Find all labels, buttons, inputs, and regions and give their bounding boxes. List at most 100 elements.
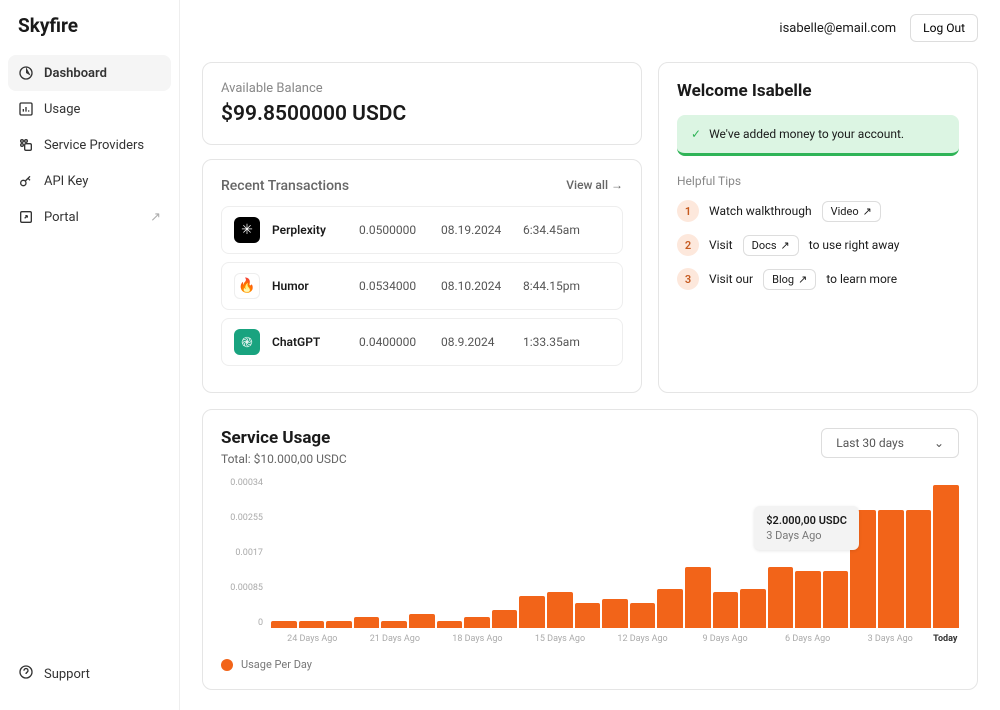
- user-email: isabelle@email.com: [779, 21, 896, 36]
- sidebar-item-label: Service Providers: [44, 138, 144, 153]
- main: isabelle@email.com Log Out Available Bal…: [180, 0, 1000, 710]
- topbar: isabelle@email.com Log Out: [180, 0, 1000, 56]
- chart-bar[interactable]: [685, 567, 711, 628]
- tips-title: Helpful Tips: [677, 174, 959, 188]
- legend-dot-icon: [221, 659, 233, 671]
- chart-bar[interactable]: [575, 603, 601, 628]
- chatgpt-icon: ֎: [234, 329, 260, 355]
- bar-chart-icon: [18, 101, 34, 117]
- transaction-row[interactable]: 🔥 Humor 0.0534000 08.10.2024 8:44.15pm: [221, 262, 623, 310]
- support-label: Support: [44, 667, 90, 682]
- chart-bar[interactable]: [271, 621, 297, 628]
- chart-bar[interactable]: [823, 571, 849, 628]
- chart-bar[interactable]: [464, 617, 490, 628]
- transaction-name: Humor: [272, 279, 347, 293]
- welcome-title: Welcome Isabelle: [677, 81, 959, 101]
- grid-icon: [18, 137, 34, 153]
- chart-bar[interactable]: [326, 621, 352, 628]
- chart-legend: Usage Per Day: [221, 658, 959, 671]
- transaction-time: 6:34.45am: [523, 223, 580, 237]
- key-icon: [18, 173, 34, 189]
- transaction-time: 1:33.35am: [523, 335, 580, 349]
- tip-row: 3 Visit our Blog ↗ to learn more: [677, 268, 959, 290]
- chart-bar[interactable]: [768, 567, 794, 628]
- transaction-row[interactable]: ✳ Perplexity 0.0500000 08.19.2024 6:34.4…: [221, 206, 623, 254]
- date-range-select[interactable]: Last 30 days ⌄: [821, 428, 959, 458]
- transaction-time: 8:44.15pm: [523, 279, 580, 293]
- tip-number: 1: [677, 200, 699, 222]
- transactions-title: Recent Transactions: [221, 178, 349, 194]
- humor-icon: 🔥: [234, 273, 260, 299]
- success-banner: ✓ We've added money to your account.: [677, 115, 959, 156]
- help-circle-icon: [18, 664, 34, 684]
- chart-bar[interactable]: [906, 510, 932, 628]
- transaction-date: 08.19.2024: [441, 223, 511, 237]
- chart-bar[interactable]: [602, 599, 628, 628]
- transactions-card: Recent Transactions View all → ✳ Perplex…: [202, 159, 642, 393]
- sidebar-item-support[interactable]: Support: [0, 652, 179, 696]
- sidebar-item-label: Usage: [44, 102, 80, 117]
- tip-number: 3: [677, 268, 699, 290]
- check-icon: ✓: [691, 127, 701, 141]
- balance-card: Available Balance $99.8500000 USDC: [202, 62, 642, 145]
- chart-bar[interactable]: [547, 592, 573, 628]
- sidebar-item-label: Dashboard: [44, 66, 107, 81]
- tip-link-docs[interactable]: Docs ↗: [743, 235, 799, 256]
- logout-button[interactable]: Log Out: [910, 14, 978, 42]
- usage-total: Total: $10.000,00 USDC: [221, 452, 347, 466]
- chart-bar[interactable]: [354, 617, 380, 628]
- tooltip-label: 3 Days Ago: [766, 529, 847, 542]
- transaction-date: 08.9.2024: [441, 335, 511, 349]
- transaction-name: ChatGPT: [272, 335, 347, 349]
- chart-bar[interactable]: [299, 621, 325, 628]
- tip-number: 2: [677, 234, 699, 256]
- tip-link-video[interactable]: Video ↗: [822, 201, 881, 222]
- legend-label: Usage Per Day: [241, 658, 312, 671]
- sidebar-item-label: Portal: [44, 210, 79, 225]
- transaction-name: Perplexity: [272, 223, 347, 237]
- tip-link-blog[interactable]: Blog ↗: [763, 269, 816, 290]
- sidebar-item-portal[interactable]: Portal ↗: [0, 199, 179, 235]
- transaction-date: 08.10.2024: [441, 279, 511, 293]
- x-axis-labels: 24 Days Ago 21 Days Ago 18 Days Ago 15 D…: [221, 634, 959, 644]
- tip-row: 1 Watch walkthrough Video ↗: [677, 200, 959, 222]
- balance-label: Available Balance: [221, 81, 623, 96]
- chart-bar[interactable]: [630, 603, 656, 628]
- tip-post: to learn more: [826, 272, 897, 286]
- sidebar-item-usage[interactable]: Usage: [0, 91, 179, 127]
- chart-bar[interactable]: [519, 596, 545, 628]
- transaction-amount: 0.0400000: [359, 335, 429, 349]
- balance-value: $99.8500000 USDC: [221, 102, 623, 126]
- chart-bar[interactable]: [933, 485, 959, 628]
- tip-text: Watch walkthrough: [709, 204, 812, 218]
- view-all-link[interactable]: View all →: [566, 178, 623, 192]
- transaction-amount: 0.0534000: [359, 279, 429, 293]
- welcome-card: Welcome Isabelle ✓ We've added money to …: [658, 62, 978, 393]
- chart-bar[interactable]: [740, 589, 766, 628]
- sidebar-item-dashboard[interactable]: Dashboard: [8, 55, 171, 91]
- chart-bar[interactable]: [409, 614, 435, 628]
- tooltip-value: $2.000,00 USDC: [766, 514, 847, 527]
- usage-title: Service Usage: [221, 428, 347, 448]
- usage-card: Service Usage Total: $10.000,00 USDC Las…: [202, 409, 978, 690]
- chart-bar[interactable]: [878, 510, 904, 628]
- chart-bar[interactable]: [492, 610, 518, 628]
- chevron-down-icon: ⌄: [934, 436, 944, 450]
- chart-bar[interactable]: [795, 571, 821, 628]
- tip-text: Visit our: [709, 272, 753, 286]
- sidebar-item-label: API Key: [44, 174, 88, 189]
- chart-bar[interactable]: [713, 592, 739, 628]
- sidebar-item-api-key[interactable]: API Key: [0, 163, 179, 199]
- banner-text: We've added money to your account.: [709, 127, 904, 141]
- transaction-row[interactable]: ֎ ChatGPT 0.0400000 08.9.2024 1:33.35am: [221, 318, 623, 366]
- pie-chart-icon: [18, 65, 34, 81]
- chart-bar[interactable]: [437, 621, 463, 628]
- perplexity-icon: ✳: [234, 217, 260, 243]
- brand-logo: Skyfire: [0, 14, 179, 55]
- sidebar-item-service-providers[interactable]: Service Providers: [0, 127, 179, 163]
- external-link-icon: [18, 209, 34, 225]
- chart-bar[interactable]: [381, 621, 407, 628]
- chart-bar[interactable]: [657, 589, 683, 628]
- arrow-up-right-icon: ↗: [150, 210, 161, 225]
- transaction-amount: 0.0500000: [359, 223, 429, 237]
